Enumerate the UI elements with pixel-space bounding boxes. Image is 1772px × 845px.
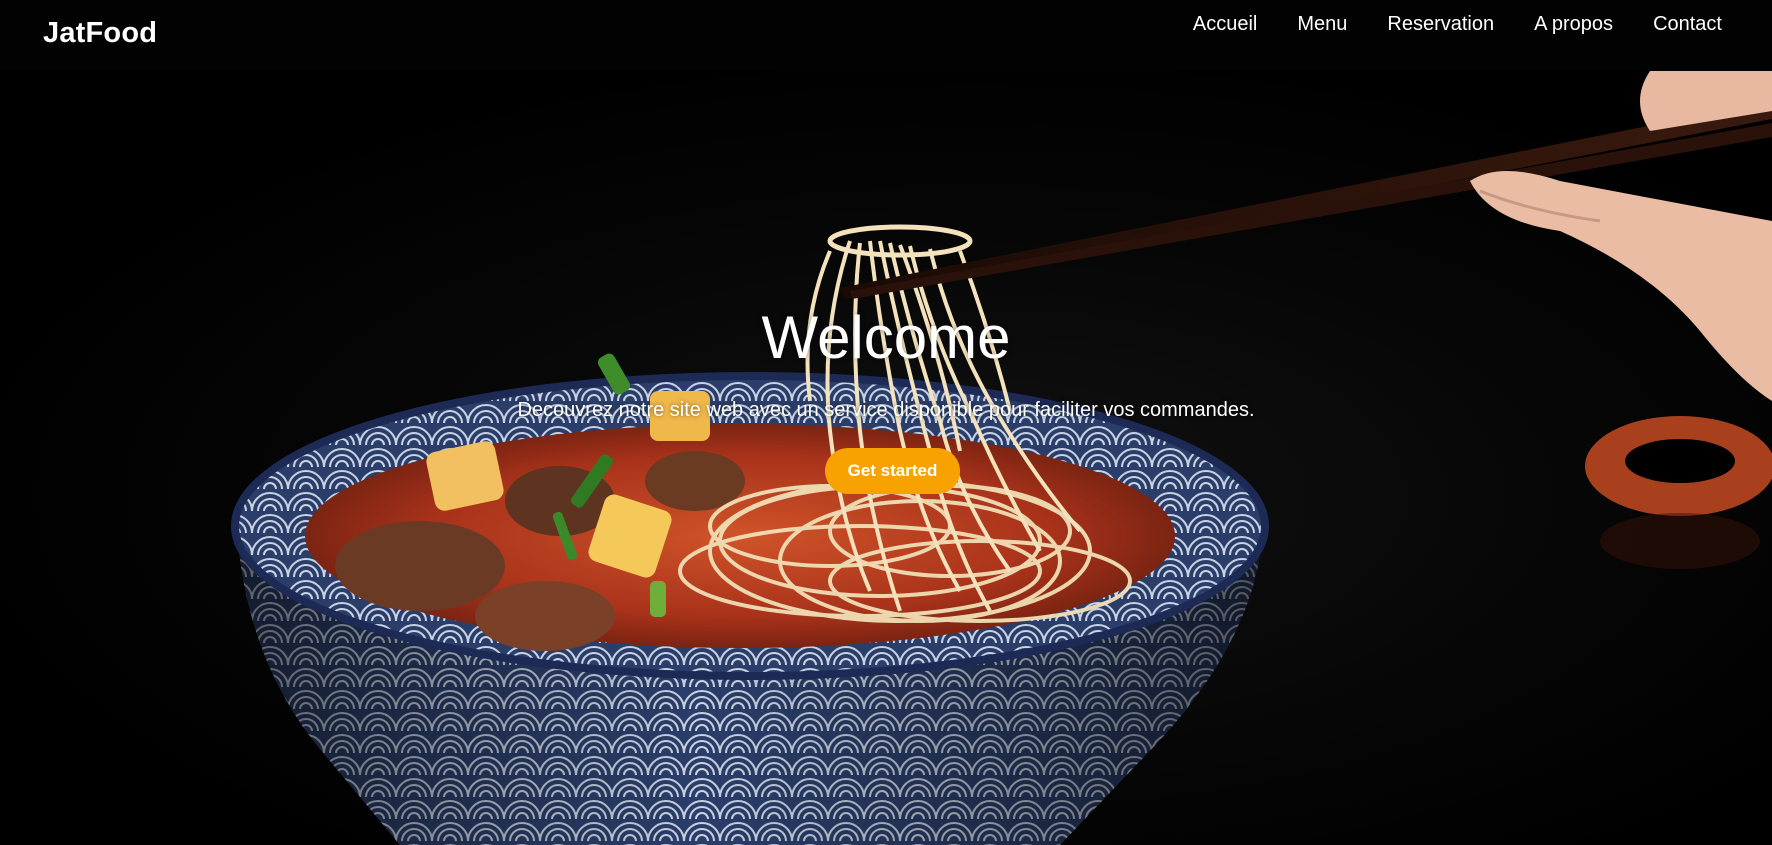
hero-section: Welcome Decouvrez notre site web avec un… <box>0 71 1772 845</box>
nav-link-reservation[interactable]: Reservation <box>1367 12 1514 37</box>
nav-link-menu[interactable]: Menu <box>1277 12 1367 37</box>
nav-menu: Accueil Menu Reservation A propos Contac… <box>1173 12 1742 37</box>
hero-title: Welcome <box>761 304 1011 371</box>
top-navbar: JatFood Accueil Menu Reservation A propo… <box>0 0 1772 71</box>
nav-link-a-propos[interactable]: A propos <box>1514 12 1633 37</box>
hero-subtitle: Decouvrez notre site web avec un service… <box>517 399 1255 421</box>
nav-link-accueil[interactable]: Accueil <box>1173 12 1277 37</box>
get-started-button[interactable]: Get started <box>825 448 960 494</box>
brand-logo[interactable]: JatFood <box>43 17 157 50</box>
nav-link-contact[interactable]: Contact <box>1633 12 1742 37</box>
